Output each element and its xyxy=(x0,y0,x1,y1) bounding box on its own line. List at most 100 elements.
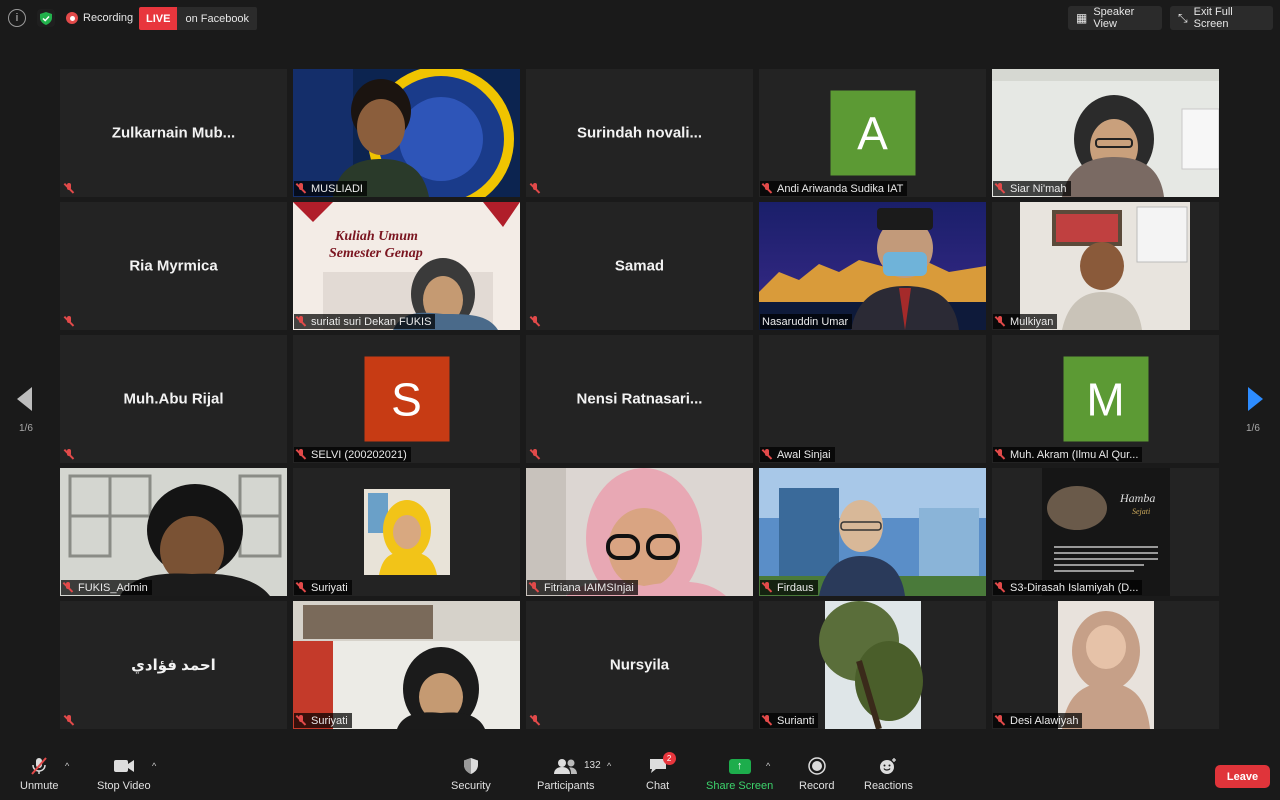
participant-label: SELVI (200202021) xyxy=(294,447,411,462)
live-destination: on Facebook xyxy=(177,7,258,30)
participant-video xyxy=(759,468,986,596)
participant-name: Awal Sinjai xyxy=(777,448,831,461)
speaker-view-label: Speaker View xyxy=(1093,6,1135,30)
participant-tile[interactable]: Kuliah Umum Semester Genap suriati suri … xyxy=(293,202,520,330)
reactions-emoji-icon xyxy=(878,756,898,776)
participant-tile[interactable]: Desi Alawiyah xyxy=(992,601,1219,729)
participant-video xyxy=(293,69,520,197)
top-bar: i Recording LIVE on Facebook ▦ Speaker V… xyxy=(0,0,1280,36)
participants-icon xyxy=(553,756,578,776)
participant-label: S3-Dirasah Islamiyah (D... xyxy=(993,580,1143,595)
participant-label: Suriyati xyxy=(294,580,352,595)
participant-tile[interactable]: Nursyila xyxy=(526,601,753,729)
participant-label: Surianti xyxy=(760,713,819,728)
info-icon[interactable]: i xyxy=(8,9,26,27)
security-shield-icon xyxy=(463,756,479,776)
next-page-arrow-icon[interactable] xyxy=(1248,387,1263,411)
muted-microphone-icon xyxy=(29,756,49,776)
previous-page-arrow-icon[interactable] xyxy=(17,387,32,411)
participant-tile[interactable]: S SELVI (200202021) xyxy=(293,335,520,463)
meeting-toolbar: Unmute ^ Stop Video ^ Security 132 Parti… xyxy=(0,748,1280,800)
participant-tile[interactable]: Firdaus xyxy=(759,468,986,596)
participant-name: Surianti xyxy=(777,714,815,727)
participant-tile[interactable]: Awal Sinjai xyxy=(759,335,986,463)
chat-button[interactable]: 2 Chat xyxy=(646,752,676,792)
speaker-view-icon: ▦ xyxy=(1076,11,1088,25)
stop-video-button[interactable]: Stop Video xyxy=(97,756,151,792)
participants-count: 132 xyxy=(584,760,601,771)
participant-name: suriati suri Dekan FUKIS xyxy=(311,315,432,328)
muted-mic-icon xyxy=(296,582,306,593)
participant-tile[interactable]: A Andi Ariwanda Sudika IAT xyxy=(759,69,986,197)
participant-tile[interactable]: Mulkiyan xyxy=(992,202,1219,330)
recording-icon xyxy=(66,12,78,24)
recording-indicator[interactable]: Recording xyxy=(66,10,133,26)
participant-label: Muh. Akram (Ilmu Al Qur... xyxy=(993,447,1143,462)
participant-tile[interactable]: M Muh. Akram (Ilmu Al Qur... xyxy=(992,335,1219,463)
muted-mic-icon xyxy=(64,715,74,726)
participant-video xyxy=(992,69,1219,197)
participants-button[interactable]: 132 Participants xyxy=(537,756,601,792)
participant-tile[interactable]: Surindah novali... xyxy=(526,69,753,197)
participant-tile[interactable]: Ria Myrmica xyxy=(60,202,287,330)
participants-options-chevron-icon[interactable]: ^ xyxy=(607,761,611,771)
video-options-chevron-icon[interactable]: ^ xyxy=(152,761,156,771)
participant-tile[interactable]: FUKIS_Admin xyxy=(60,468,287,596)
share-options-chevron-icon[interactable]: ^ xyxy=(766,761,770,771)
muted-mic-icon xyxy=(530,316,540,327)
audio-options-chevron-icon[interactable]: ^ xyxy=(65,761,69,771)
muted-mic-icon xyxy=(296,316,306,327)
participant-tile[interactable]: MUSLIADI xyxy=(293,69,520,197)
muted-mic-icon xyxy=(995,183,1005,194)
participant-tile[interactable]: Samad xyxy=(526,202,753,330)
reactions-button[interactable]: Reactions xyxy=(864,756,913,792)
muted-mic-icon xyxy=(529,582,539,593)
participant-avatar: M xyxy=(1063,356,1148,442)
participant-label: Siar Ni'mah xyxy=(993,181,1071,196)
share-screen-button[interactable]: ↑ Share Screen xyxy=(706,756,773,792)
participant-tile[interactable]: احمد فؤادي xyxy=(60,601,287,729)
security-button[interactable]: Security xyxy=(451,756,491,792)
participant-name: Muh.Abu Rijal xyxy=(123,390,224,408)
participant-tile[interactable]: Zulkarnain Mub... xyxy=(60,69,287,197)
muted-mic-icon xyxy=(296,183,306,194)
participant-video xyxy=(992,601,1219,729)
participant-tile[interactable]: Hamba Sejati S3-Dirasah Islamiyah (D... xyxy=(992,468,1219,596)
participant-tile[interactable]: Nensi Ratnasari... xyxy=(526,335,753,463)
participant-tile[interactable]: Fitriana IAIMSInjai xyxy=(526,468,753,596)
participant-video xyxy=(759,601,986,729)
participant-label: Suriyati xyxy=(294,713,352,728)
record-button[interactable]: Record xyxy=(799,756,834,792)
muted-mic-icon xyxy=(995,449,1005,460)
reactions-label: Reactions xyxy=(864,780,913,792)
muted-mic-icon xyxy=(64,183,74,194)
encryption-shield-icon[interactable] xyxy=(37,9,55,27)
muted-mic-icon xyxy=(64,449,74,460)
participant-label: Nasaruddin Umar xyxy=(760,314,853,329)
participant-label: MUSLIADI xyxy=(294,181,367,196)
speaker-view-button[interactable]: ▦ Speaker View xyxy=(1068,6,1162,30)
participant-tile-active-speaker[interactable]: Nasaruddin Umar xyxy=(759,202,986,330)
live-streaming-indicator[interactable]: LIVE on Facebook xyxy=(139,7,258,30)
participant-tile[interactable]: Suriyati xyxy=(293,601,520,729)
participant-name: FUKIS_Admin xyxy=(78,581,148,594)
participant-tile[interactable]: Surianti xyxy=(759,601,986,729)
participant-name: Firdaus xyxy=(777,581,814,594)
participant-name: Nensi Ratnasari... xyxy=(576,390,703,408)
participant-tile[interactable]: Suriyati xyxy=(293,468,520,596)
participant-video xyxy=(526,468,753,596)
participant-label: Andi Ariwanda Sudika IAT xyxy=(760,181,908,196)
leave-button[interactable]: Leave xyxy=(1215,765,1270,788)
svg-text:Sejati: Sejati xyxy=(1132,507,1150,516)
participants-label: Participants xyxy=(537,780,595,792)
page-indicator-left: 1/6 xyxy=(19,423,33,434)
participant-name: Nasaruddin Umar xyxy=(762,315,849,328)
exit-full-screen-button[interactable]: ⤡ Exit Full Screen xyxy=(1170,6,1273,30)
participant-tile[interactable]: Muh.Abu Rijal xyxy=(60,335,287,463)
muted-mic-icon xyxy=(296,449,306,460)
unmute-button[interactable]: Unmute xyxy=(20,756,59,792)
svg-text:Kuliah Umum: Kuliah Umum xyxy=(334,229,418,244)
participant-tile[interactable]: Siar Ni'mah xyxy=(992,69,1219,197)
muted-mic-icon xyxy=(296,715,306,726)
live-tag: LIVE xyxy=(139,7,178,30)
